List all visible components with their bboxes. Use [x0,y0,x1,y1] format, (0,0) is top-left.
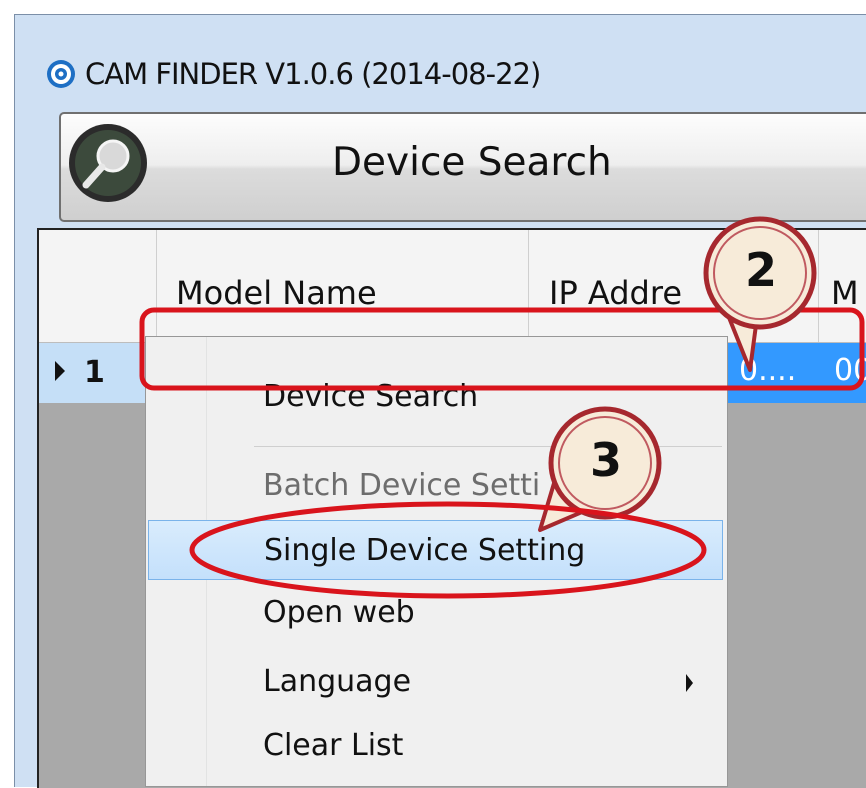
window-title: CAM FINDER V1.0.6 (2014-08-22) [85,57,541,91]
device-search-label: Device Search [332,140,612,185]
menu-separator [254,446,722,447]
menu-item-label: Batch Device Setti [263,468,541,503]
app-logo-icon [47,60,75,88]
submenu-arrow-icon [686,674,693,692]
context-menu: Device Search Batch Device Setti Single … [145,336,728,787]
menu-item-batch-device-setting: Batch Device Setti [148,456,723,516]
device-search-button[interactable]: Device Search [59,112,866,222]
row-mac-cell: 00 [834,353,866,388]
menu-item-label: Single Device Setting [264,533,586,568]
column-header-mac[interactable]: M [819,230,866,342]
column-header-model-name[interactable]: Model Name [156,230,529,342]
menu-item-open-web[interactable]: Open web [148,583,723,643]
grid-corner-cell [39,230,157,342]
menu-item-single-device-setting[interactable]: Single Device Setting [148,520,723,580]
menu-item-clear-list[interactable]: Clear List [148,716,723,776]
row-number: 1 [84,355,105,390]
callout-number-3: 3 [590,433,623,487]
title-bar: CAM FINDER V1.0.6 (2014-08-22) [15,15,866,115]
row-ip-cell: 0.... [739,353,797,388]
menu-item-language[interactable]: Language [148,652,723,712]
grid-header: Model Name IP Addre M [39,230,866,343]
menu-item-device-search[interactable]: Device Search [148,367,723,427]
menu-item-label: Device Search [263,379,479,414]
row-header[interactable]: 1 [39,343,156,403]
current-row-arrow-icon [55,361,65,381]
callout-number-2: 2 [745,243,778,297]
menu-item-label: Open web [263,595,415,630]
magnifier-icon [69,124,147,202]
menu-item-label: Clear List [263,728,404,763]
menu-item-label: Language [263,664,412,699]
